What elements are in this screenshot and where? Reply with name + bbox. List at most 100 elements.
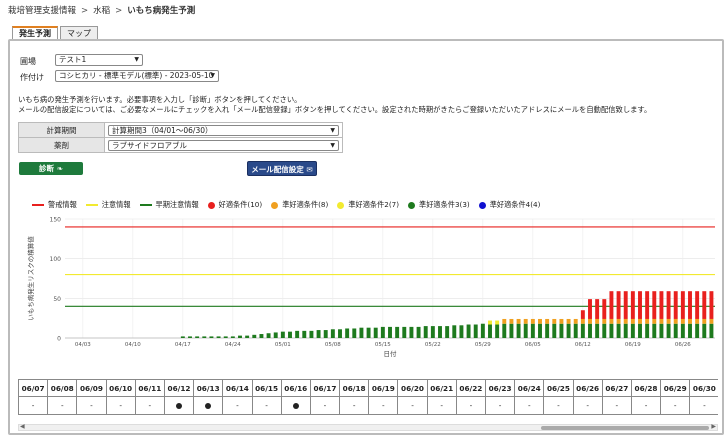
table-date-header: 06/24 <box>514 379 545 397</box>
bar-segment <box>538 318 542 324</box>
bar-segment <box>438 326 442 338</box>
y-tick-label: 100 <box>50 256 62 263</box>
bar-segment <box>516 318 521 324</box>
settings-table: 計算期間 計算期間3（04/01～06/30） ▼ 薬剤 ラブサイドフロアブル ▼ <box>18 122 343 153</box>
drug-label: 薬剤 <box>18 137 105 153</box>
diagnose-button[interactable]: 診断 ❧ <box>19 162 83 175</box>
legend-item-line[interactable]: 警戒情報 <box>32 200 77 210</box>
bar-segment <box>516 323 521 338</box>
bar-segment <box>609 291 614 319</box>
chevron-down-icon: ▼ <box>134 56 139 63</box>
horizontal-scrollbar[interactable]: ◀ ▶ <box>18 423 718 431</box>
forecast-panel: 圃場 テスト1 ▼ 作付け コシヒカリ - 標準モデル(標準) - 2023-05… <box>8 39 724 435</box>
description-line: いもち病の発生予測を行います。必要事項を入力し「診断」ボタンを押してください。 <box>18 95 302 104</box>
bar-segment <box>288 331 292 338</box>
bar-segment <box>602 299 607 319</box>
bar-segment <box>580 318 585 324</box>
scroll-left-icon[interactable]: ◀ <box>20 423 25 430</box>
scroll-right-icon[interactable]: ▶ <box>711 423 716 430</box>
bar-segment <box>688 318 692 324</box>
infection-dot-icon <box>205 403 212 409</box>
table-cell: - <box>543 396 574 415</box>
tab-map[interactable]: マップ <box>60 26 98 40</box>
table-cell: - <box>426 396 457 415</box>
bar-segment <box>423 326 428 338</box>
crop-select[interactable]: コシヒカリ - 標準モデル(標準) - 2023-05-10 ▼ <box>55 70 219 82</box>
legend-label: 警戒情報 <box>48 200 77 209</box>
field-select[interactable]: テスト1 ▼ <box>55 54 143 66</box>
bar-segment <box>409 326 414 338</box>
legend-item-bar[interactable]: 好適条件(10) <box>207 200 262 210</box>
bar-segment <box>330 329 335 338</box>
bar-segment <box>488 320 492 325</box>
bar-segment <box>316 330 321 338</box>
risk-chart: 0 50 100 150 04/03 04/10 04/17 04/24 05/01 05/08 0… <box>26 217 715 358</box>
bar-segment <box>502 318 507 324</box>
breadcrumb-item[interactable]: 栽培管理支援情報 <box>8 6 76 16</box>
bar-segment <box>559 323 564 338</box>
bar-segment <box>659 318 664 324</box>
bar-segment <box>588 323 592 338</box>
table-date-header: 06/25 <box>543 379 574 397</box>
bar-segment <box>595 318 600 324</box>
table-date-header: 06/18 <box>339 379 370 397</box>
table-cell: - <box>660 396 691 415</box>
legend-item-line[interactable]: 注意情報 <box>85 200 131 210</box>
bar-segment <box>495 324 500 338</box>
bar-segment <box>230 336 235 338</box>
table-date-header: 06/21 <box>426 379 457 397</box>
breadcrumb: 栽培管理支援情報 > 水稲 > いもち病発生予測 <box>8 4 195 16</box>
legend-item-bar[interactable]: 準好適条件2(7) <box>337 200 399 210</box>
bar-segment <box>630 291 635 319</box>
drug-select[interactable]: ラブサイドフロアブル ▼ <box>108 139 339 151</box>
bar-segment <box>609 323 614 338</box>
bar-segment <box>602 323 607 338</box>
bar-segment <box>638 323 642 338</box>
bar-segment <box>295 330 300 338</box>
bar-segment <box>595 299 600 319</box>
tab-bar: 発生予測 マップ <box>12 26 100 40</box>
bar-segment <box>480 323 485 338</box>
x-tick-label: 04/24 <box>225 342 241 348</box>
legend-label: 準好適条件4(4) <box>489 200 541 209</box>
table-cell: - <box>514 396 545 415</box>
bar-segment <box>702 291 707 319</box>
bar-segment <box>695 323 700 338</box>
bar-segment <box>688 323 692 338</box>
bar-segment <box>180 336 185 338</box>
x-tick-label: 04/17 <box>175 342 191 348</box>
y-tick-label: 150 <box>50 217 62 224</box>
chevron-down-icon: ▼ <box>330 141 335 149</box>
daily-table: 06/07 06/08 06/09 06/10 06/11 06/12 06/13 06/14… <box>18 379 718 415</box>
breadcrumb-item[interactable]: 水稲 <box>93 6 110 16</box>
table-cell: - <box>105 396 136 415</box>
breadcrumb-current: いもち病発生予測 <box>127 6 196 16</box>
legend-dot-swatch <box>408 201 416 209</box>
legend-line-swatch <box>139 204 152 206</box>
tab-forecast[interactable]: 発生予測 <box>12 26 58 40</box>
x-tick-label: 05/29 <box>475 342 491 348</box>
bar-segment <box>502 323 507 338</box>
bar-segment <box>623 291 628 319</box>
bar-segment <box>623 318 628 324</box>
bar-segment <box>616 323 621 338</box>
legend-item-bar[interactable]: 準好適条件(8) <box>271 200 328 210</box>
period-select[interactable]: 計算期間3（04/01～06/30） ▼ <box>108 124 339 136</box>
table-cell: - <box>47 396 78 415</box>
legend-item-bar[interactable]: 準好適条件3(3) <box>408 200 470 210</box>
bar-segment <box>538 323 542 338</box>
bar-segment <box>445 326 450 338</box>
scrollbar-thumb[interactable] <box>541 426 709 430</box>
legend-item-line[interactable]: 早期注意情報 <box>139 200 199 210</box>
legend-item-bar[interactable]: 準好適条件4(4) <box>478 200 541 210</box>
table-cell: - <box>309 396 341 415</box>
bar-segment <box>416 326 421 338</box>
bar-segment <box>352 328 357 338</box>
bar-segment <box>638 318 642 324</box>
x-tick-label: 06/26 <box>675 342 691 348</box>
table-cell: - <box>134 396 165 415</box>
bar-segment <box>459 325 464 338</box>
crop-label: 作付け <box>20 73 44 82</box>
mail-settings-button[interactable]: メール配信設定 ✉ <box>247 161 317 176</box>
table-cell: - <box>630 396 662 415</box>
